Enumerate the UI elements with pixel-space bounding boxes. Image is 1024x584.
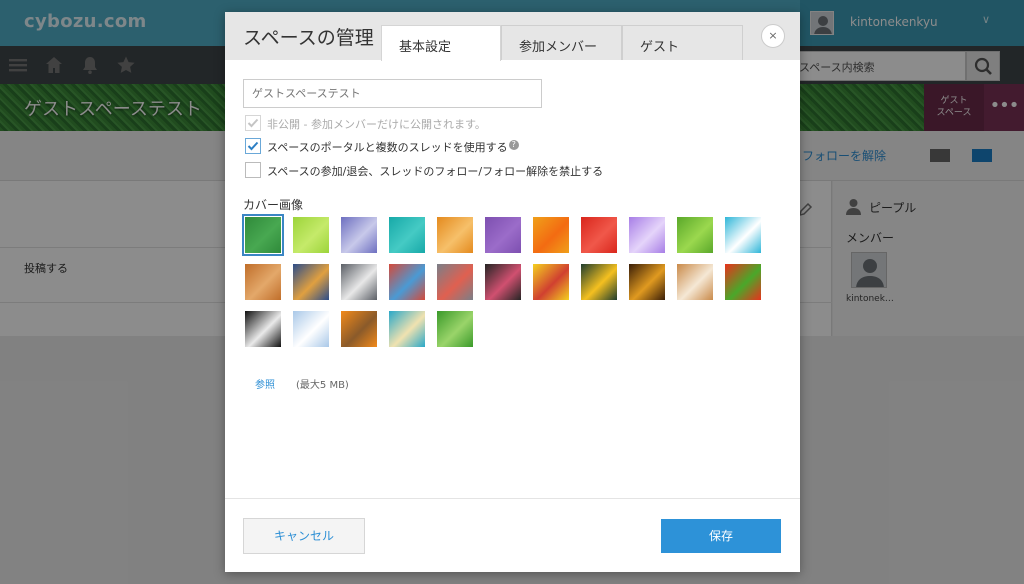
close-icon[interactable]: × — [761, 24, 785, 48]
portal-threads-text: スペースのポータルと複数のスレッドを使用する — [267, 141, 508, 154]
cover-thumb-orange-flowers[interactable] — [533, 217, 569, 253]
tab-label: ゲスト — [640, 40, 680, 55]
cover-thumb-beach-palm[interactable] — [389, 311, 425, 347]
restrict-follow-label: スペースの参加/退会、スレッドのフォロー/フォロー解除を禁止する — [267, 165, 604, 178]
checkmark-icon — [247, 118, 259, 128]
cover-thumb-purple-texture[interactable] — [485, 217, 521, 253]
tab-label: 基本設定 — [399, 40, 452, 55]
portal-threads-checkbox[interactable] — [245, 138, 261, 154]
cover-thumb-cat-silhouette[interactable] — [245, 311, 281, 347]
cover-thumb-lightbulb-chalk[interactable] — [581, 264, 617, 300]
cover-image-heading: カバー画像 — [243, 198, 304, 212]
cover-thumb-wood-parquet[interactable] — [245, 264, 281, 300]
checkmark-icon — [247, 141, 259, 151]
portal-threads-label: スペースのポータルと複数のスレッドを使用する? — [267, 139, 519, 155]
cover-thumb-orange-crumple[interactable] — [437, 217, 473, 253]
cover-thumb-blue-cubes[interactable] — [725, 217, 761, 253]
cover-thumb-lavender-gradient[interactable] — [341, 217, 377, 253]
tab-label: 参加メンバー — [519, 40, 598, 55]
help-icon[interactable]: ? — [508, 140, 519, 150]
save-button[interactable]: 保存 — [661, 519, 781, 553]
tab-basic-settings[interactable]: 基本設定 — [381, 25, 501, 61]
cover-thumb-snow-trees[interactable] — [293, 311, 329, 347]
tab-members[interactable]: 参加メンバー — [501, 25, 622, 60]
private-checkbox — [245, 115, 261, 131]
browse-link[interactable]: 参照 — [255, 376, 275, 391]
cover-thumb-lime-waves[interactable] — [293, 217, 329, 253]
cover-thumb-office-clutter[interactable] — [437, 264, 473, 300]
cover-thumb-teal-texture[interactable] — [389, 217, 425, 253]
dialog-title: スペースの管理 — [243, 27, 374, 49]
cover-thumb-violet-petals[interactable] — [629, 217, 665, 253]
tab-guests[interactable]: ゲスト — [622, 25, 743, 60]
cover-thumb-green-grass[interactable] — [242, 214, 284, 256]
cover-thumb-chalkboard-doodles[interactable] — [485, 264, 521, 300]
cover-thumb-oranges-basket[interactable] — [341, 311, 377, 347]
cover-thumb-compass-clock[interactable] — [341, 264, 377, 300]
cover-thumb-latte-art[interactable] — [677, 264, 713, 300]
cover-thumb-color-books[interactable] — [389, 264, 425, 300]
cover-thumb-bamboo[interactable] — [437, 311, 473, 347]
cover-thumb-red-petals[interactable] — [581, 217, 617, 253]
cover-thumb-vegetables[interactable] — [725, 264, 761, 300]
dialog-header: スペースの管理 基本設定 参加メンバー ゲスト × — [225, 12, 800, 61]
space-settings-dialog: スペースの管理 基本設定 参加メンバー ゲスト × 非公開 - 参加メンバーだけ… — [225, 12, 800, 572]
space-name-input[interactable] — [243, 79, 542, 108]
cover-thumb-sunset-gradient[interactable] — [629, 264, 665, 300]
max-size-note: (最大5 MB) — [296, 380, 349, 391]
cancel-button[interactable]: キャンセル — [243, 518, 365, 554]
cover-thumb-mosaic-tiles[interactable] — [293, 264, 329, 300]
cover-thumb-green-leaf[interactable] — [677, 217, 713, 253]
private-label: 非公開 - 参加メンバーだけに公開されます。 — [267, 118, 486, 131]
restrict-follow-checkbox[interactable] — [245, 162, 261, 178]
cover-thumb-color-pencils[interactable] — [533, 264, 569, 300]
footer-divider — [225, 498, 800, 499]
